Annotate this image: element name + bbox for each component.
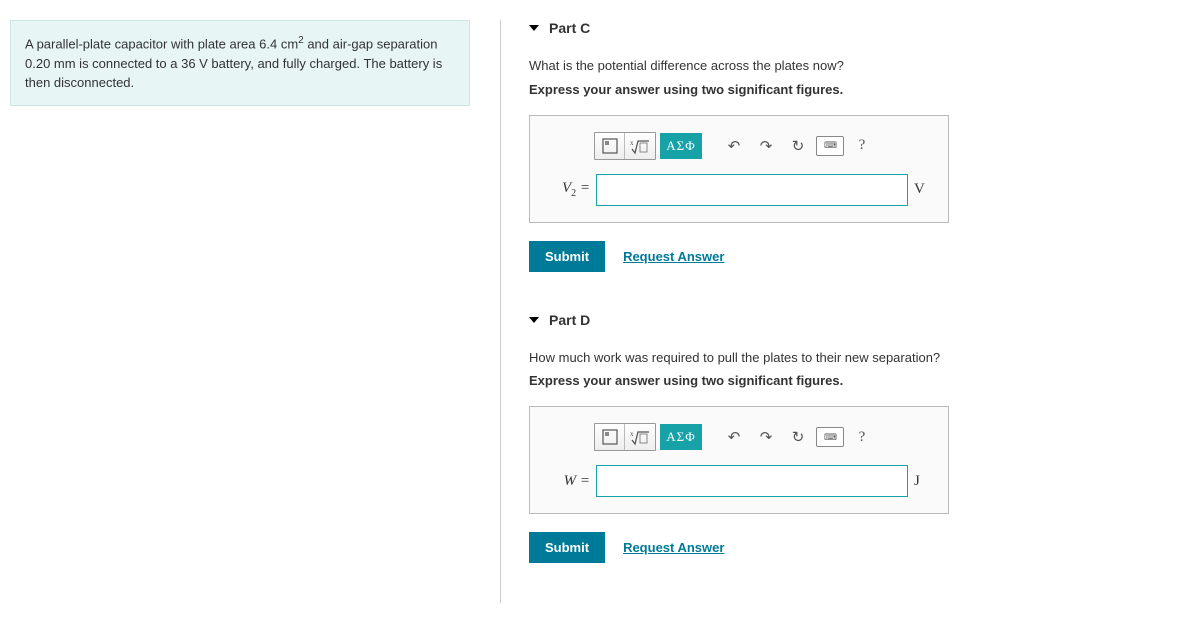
root-template-button[interactable]: x: [625, 424, 655, 450]
part-c-answer-box: x ΑΣΦ ↶ ↷ ↻ ⌨ ? V2 = V: [529, 115, 949, 223]
template-buttons: x: [594, 132, 656, 160]
help-icon[interactable]: ?: [848, 133, 876, 159]
part-c-variable-label: V2 =: [544, 180, 590, 199]
problem-statement: A parallel-plate capacitor with plate ar…: [10, 20, 470, 106]
part-d-instruction: Express your answer using two significan…: [529, 373, 1170, 388]
problem-text-1: A parallel-plate capacitor with plate ar…: [25, 36, 298, 51]
root-template-button[interactable]: x: [625, 133, 655, 159]
svg-text:x: x: [630, 139, 634, 147]
greek-letters-button[interactable]: ΑΣΦ: [660, 424, 702, 450]
part-d-question: How much work was required to pull the p…: [529, 348, 1170, 368]
redo-icon[interactable]: ↷: [752, 424, 780, 450]
part-c-submit-button[interactable]: Submit: [529, 241, 605, 272]
part-d: Part D How much work was required to pul…: [529, 312, 1170, 564]
undo-icon[interactable]: ↶: [720, 133, 748, 159]
reset-icon[interactable]: ↻: [784, 424, 812, 450]
caret-down-icon: [529, 25, 539, 31]
part-d-submit-button[interactable]: Submit: [529, 532, 605, 563]
part-c-header[interactable]: Part C: [529, 20, 1170, 36]
part-d-request-answer-link[interactable]: Request Answer: [623, 540, 724, 555]
part-c-title: Part C: [549, 20, 590, 36]
keyboard-icon[interactable]: ⌨: [816, 136, 844, 156]
undo-icon[interactable]: ↶: [720, 424, 748, 450]
part-c-unit: V: [914, 181, 934, 198]
reset-icon[interactable]: ↻: [784, 133, 812, 159]
greek-letters-button[interactable]: ΑΣΦ: [660, 133, 702, 159]
part-d-title: Part D: [549, 312, 590, 328]
fraction-template-button[interactable]: [595, 133, 625, 159]
part-d-unit: J: [914, 473, 934, 490]
part-d-answer-box: x ΑΣΦ ↶ ↷ ↻ ⌨ ? W = J: [529, 406, 949, 514]
part-d-toolbar: x ΑΣΦ ↶ ↷ ↻ ⌨ ?: [594, 423, 934, 451]
part-c-answer-input[interactable]: [596, 174, 908, 206]
part-d-header[interactable]: Part D: [529, 312, 1170, 328]
keyboard-icon[interactable]: ⌨: [816, 427, 844, 447]
part-c-instruction: Express your answer using two significan…: [529, 82, 1170, 97]
fraction-template-button[interactable]: [595, 424, 625, 450]
part-c-question: What is the potential difference across …: [529, 56, 1170, 76]
redo-icon[interactable]: ↷: [752, 133, 780, 159]
caret-down-icon: [529, 317, 539, 323]
template-buttons: x: [594, 423, 656, 451]
help-icon[interactable]: ?: [848, 424, 876, 450]
part-d-variable-label: W =: [544, 473, 590, 490]
part-c: Part C What is the potential difference …: [529, 20, 1170, 272]
part-c-request-answer-link[interactable]: Request Answer: [623, 249, 724, 264]
svg-text:x: x: [630, 430, 634, 438]
part-c-toolbar: x ΑΣΦ ↶ ↷ ↻ ⌨ ?: [594, 132, 934, 160]
part-d-answer-input[interactable]: [596, 465, 908, 497]
